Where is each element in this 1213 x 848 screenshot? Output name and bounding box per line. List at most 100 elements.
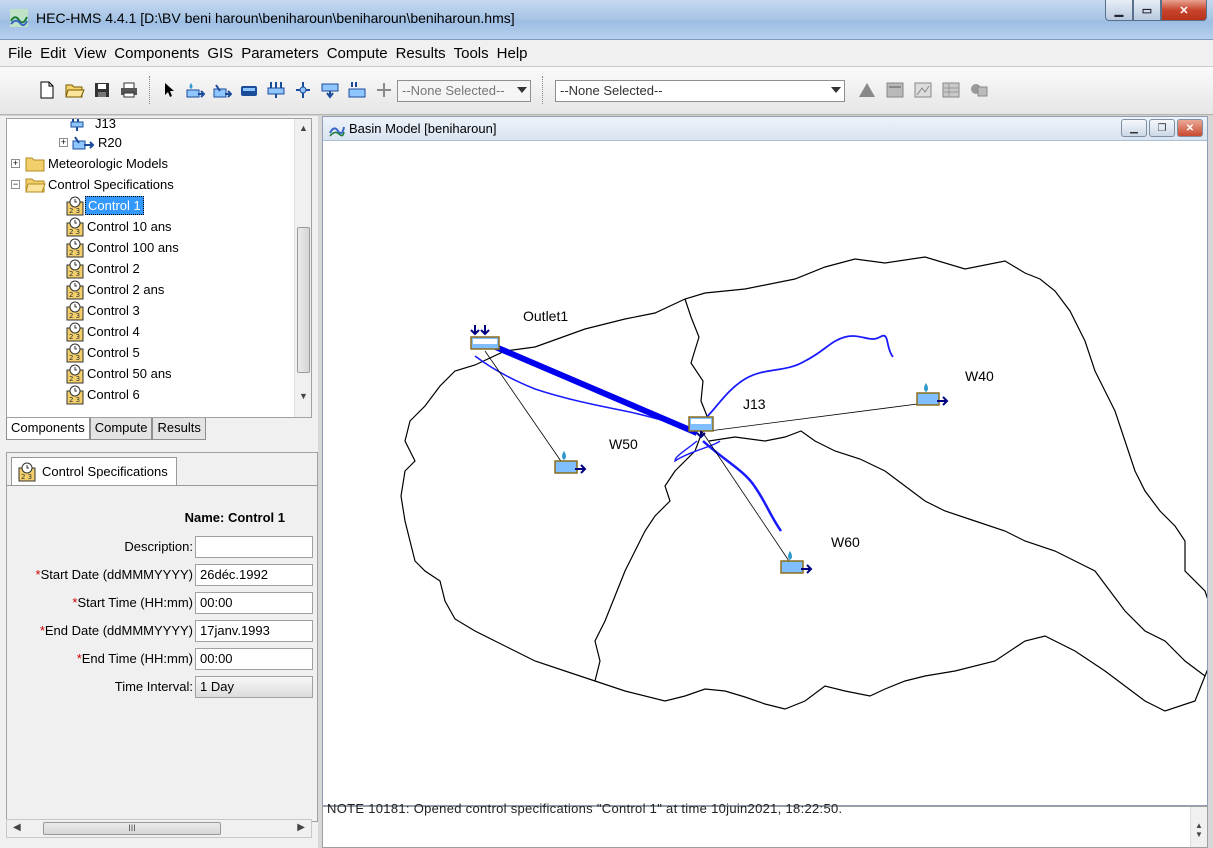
print-icon[interactable] (118, 79, 140, 101)
menu-results[interactable]: Results (392, 45, 450, 62)
global-summary-icon[interactable] (968, 79, 990, 101)
time-interval-label: Time Interval: (114, 679, 193, 694)
menu-compute[interactable]: Compute (323, 45, 392, 62)
reach-r20[interactable] (489, 342, 699, 436)
svg-text:2 3: 2 3 (69, 396, 80, 404)
tree-item-control[interactable]: 2 3 Control 100 ans (65, 237, 181, 258)
control-spec-form: Name: Control 1 Description: *Start Date… (7, 485, 317, 821)
end-date-field[interactable]: 17janv.1993 (195, 620, 313, 642)
label-w50: W50 (609, 436, 638, 452)
tree-item-control[interactable]: 2 3 Control 4 (65, 321, 142, 342)
expand-icon[interactable]: + (11, 159, 20, 168)
scroll-thumb[interactable]: III (43, 822, 221, 835)
tree-item-r20[interactable]: + R20 (59, 132, 124, 153)
save-icon[interactable] (91, 79, 113, 101)
menu-view[interactable]: View (70, 45, 110, 62)
control-spec-icon: 2 3 (66, 322, 84, 341)
tree-item-control[interactable]: 2 3 Control 6 (65, 384, 142, 405)
tab-components[interactable]: Components (6, 418, 90, 440)
end-date-label: *End Date (ddMMMYYYY) (39, 623, 193, 638)
tree-vertical-scrollbar[interactable]: ▲ ▼ (294, 119, 311, 417)
time-series-table-icon[interactable] (940, 79, 962, 101)
basin-map-canvas[interactable]: Outlet1 J13 W40 W50 W60 (325, 141, 1207, 805)
river-channel (696, 334, 894, 428)
toolbar: --None Selected-- --None Selected-- (0, 67, 1213, 115)
scroll-thumb[interactable] (297, 227, 310, 373)
explorer-tabs: Components Compute Results (6, 418, 206, 440)
tree-item-meteorologic-models[interactable]: + Meteorologic Models (11, 153, 170, 174)
start-date-field[interactable]: 26déc.1992 (195, 564, 313, 586)
end-time-field[interactable]: 00:00 (195, 648, 313, 670)
menu-bar: File Edit View Components GIS Parameters… (0, 40, 1213, 67)
tab-results[interactable]: Results (152, 418, 206, 440)
editor-horizontal-scrollbar[interactable]: ◀ III ▶ (6, 819, 312, 838)
menu-help[interactable]: Help (493, 45, 532, 62)
time-interval-row: Time Interval: 1 Day (7, 676, 313, 698)
basin-restore-button[interactable]: ❐ (1149, 119, 1175, 137)
start-time-field[interactable]: 00:00 (195, 592, 313, 614)
menu-edit[interactable]: Edit (36, 45, 70, 62)
junction-tool-icon[interactable] (265, 79, 287, 101)
basin-minimize-button[interactable]: ▁ (1121, 119, 1147, 137)
tree-item-control[interactable]: 2 3 Control 50 ans (65, 363, 174, 384)
scroll-right-icon[interactable]: ▶ (297, 822, 305, 833)
tree-item-control[interactable]: 2 3 Control 5 (65, 342, 142, 363)
svg-text:2 3: 2 3 (69, 249, 80, 257)
scroll-down-icon[interactable]: ▼ (299, 391, 308, 401)
open-folder-icon[interactable] (64, 79, 86, 101)
compute-icon[interactable] (856, 79, 878, 101)
message-console: NOTE 10181: Opened control specification… (322, 801, 1208, 848)
arrow-tool-icon[interactable] (158, 79, 180, 101)
scroll-up-icon[interactable]: ▲ (1191, 821, 1207, 830)
element-selector[interactable]: --None Selected-- (397, 80, 531, 102)
tree-item-control[interactable]: 2 3 Control 10 ans (65, 216, 174, 237)
maximize-button[interactable]: ▭ (1133, 0, 1161, 21)
subbasin-w40-icon[interactable] (916, 383, 949, 406)
source-tool-icon[interactable] (319, 79, 341, 101)
tree-item-control[interactable]: 2 3 Control 2 ans (65, 279, 166, 300)
scroll-down-icon[interactable]: ▼ (1191, 830, 1207, 839)
title-bar: HEC-HMS 4.4.1 [D:\BV beni haroun\benihar… (0, 0, 1213, 40)
tree-item-control[interactable]: 2 3 Control 3 (65, 300, 142, 321)
chevron-down-icon (831, 87, 841, 93)
control-spec-icon: 2 3 (66, 385, 84, 404)
subbasin-w50-icon[interactable] (554, 451, 587, 474)
description-field[interactable] (195, 536, 313, 558)
tree-item-control-specifications[interactable]: − Control Specifications (11, 174, 176, 195)
menu-gis[interactable]: GIS (203, 45, 237, 62)
new-file-icon[interactable] (36, 79, 58, 101)
tree-item-control[interactable]: 2 3 Control 2 (65, 258, 142, 279)
expand-icon[interactable]: + (59, 138, 68, 147)
summary-table-icon[interactable] (884, 79, 906, 101)
label-outlet1: Outlet1 (523, 308, 568, 324)
subbasin-tool-icon[interactable] (184, 79, 206, 101)
tab-compute[interactable]: Compute (89, 418, 153, 440)
svg-text:2 3: 2 3 (69, 207, 80, 215)
subbasin-w60-icon[interactable] (780, 551, 813, 574)
menu-parameters[interactable]: Parameters (237, 45, 323, 62)
svg-text:2 3: 2 3 (69, 333, 80, 341)
reach-tool-icon[interactable] (211, 79, 233, 101)
close-button[interactable]: ✕ (1161, 0, 1207, 21)
control-spec-icon: 2 3 (66, 217, 84, 236)
menu-tools[interactable]: Tools (450, 45, 493, 62)
console-scrollbar[interactable]: ▲ ▼ (1190, 807, 1207, 847)
graph-icon[interactable] (912, 79, 934, 101)
minimize-button[interactable]: ▁ (1105, 0, 1133, 21)
scroll-up-icon[interactable]: ▲ (299, 123, 308, 133)
collapse-icon[interactable]: − (11, 180, 20, 189)
time-interval-select[interactable]: 1 Day (195, 676, 313, 698)
control-spec-icon: 2 3 (18, 462, 36, 481)
menu-components[interactable]: Components (110, 45, 203, 62)
outlet1-icon[interactable] (470, 325, 500, 350)
basin-close-button[interactable]: ✕ (1177, 119, 1203, 137)
diversion-tool-icon[interactable] (292, 79, 314, 101)
menu-file[interactable]: File (4, 45, 36, 62)
tab-control-specifications[interactable]: 2 3 Control Specifications (11, 457, 177, 485)
scroll-left-icon[interactable]: ◀ (13, 822, 21, 833)
run-selector[interactable]: --None Selected-- (555, 80, 845, 102)
sink-tool-icon[interactable] (346, 79, 368, 101)
reservoir-tool-icon[interactable] (238, 79, 260, 101)
tree-item-control[interactable]: 2 3 Control 1 (65, 195, 144, 216)
crosshair-tool-icon[interactable] (373, 79, 395, 101)
